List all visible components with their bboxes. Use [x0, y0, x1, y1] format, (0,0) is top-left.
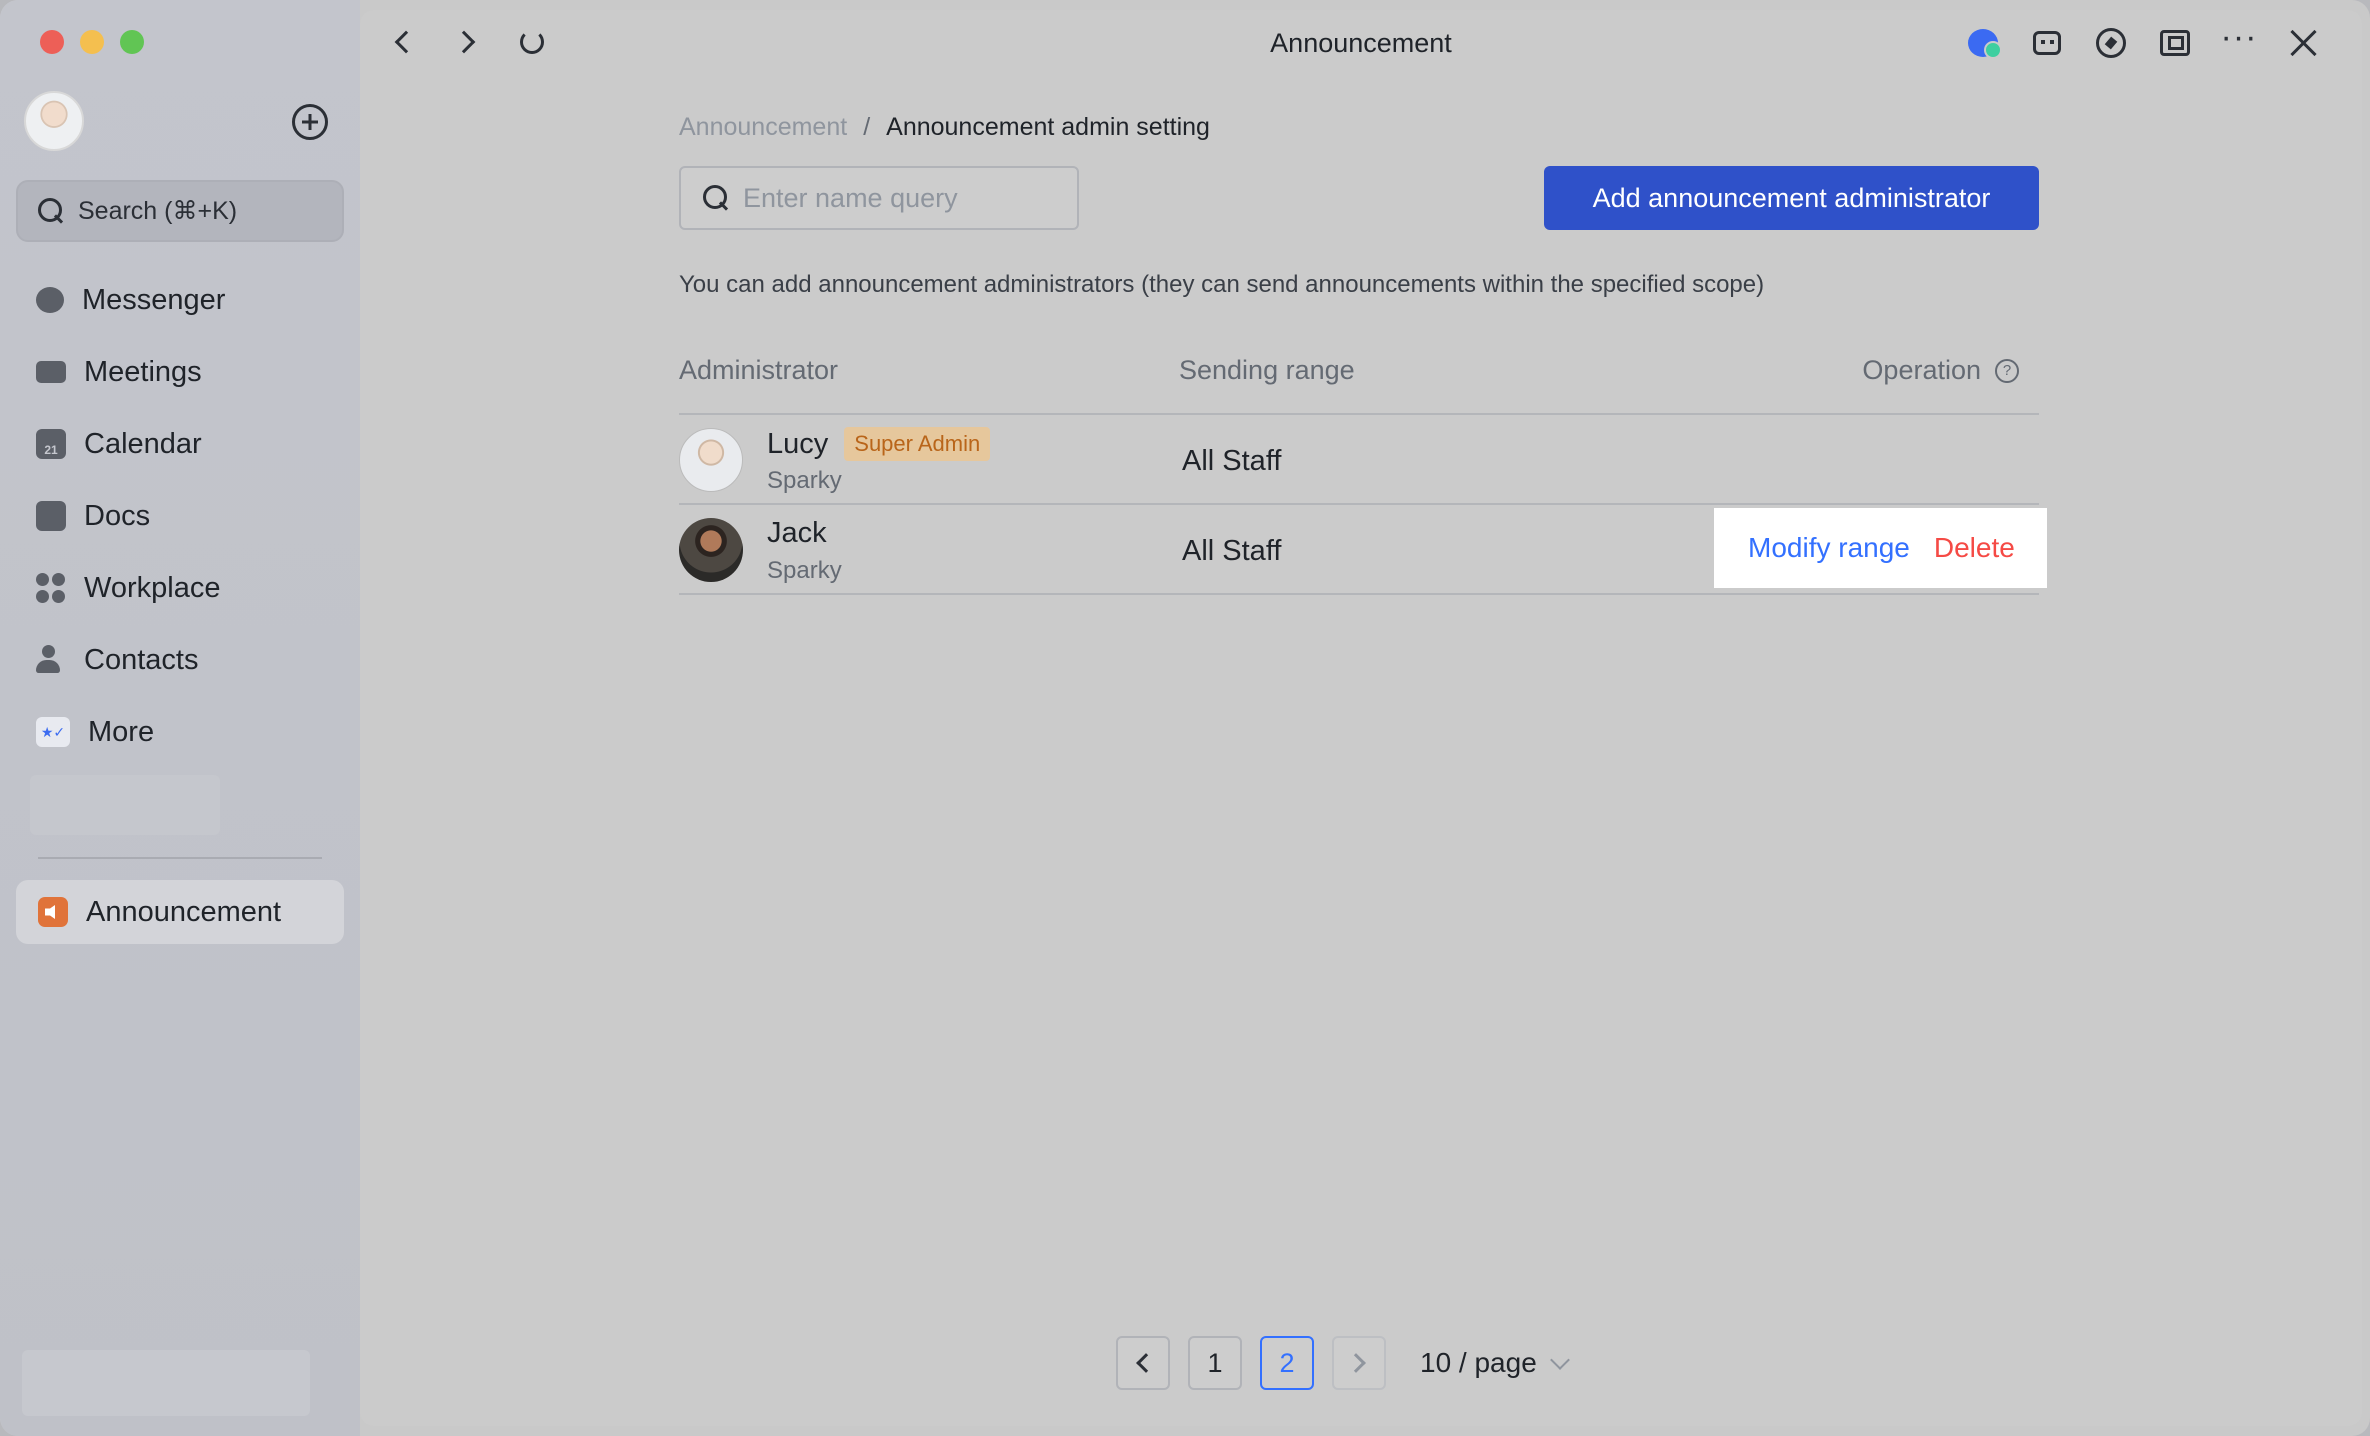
sidebar-item-messenger[interactable]: Messenger: [16, 264, 344, 336]
sidebar: Search (⌘+K) Messenger Meetings 21 Calen…: [0, 0, 360, 1436]
blurred-footer: [22, 1350, 310, 1416]
pagination: 1 2 10 / page: [1116, 1336, 1570, 1390]
plus-circle-icon[interactable]: [292, 104, 328, 140]
more-icon: ★✓: [36, 717, 70, 747]
sidebar-item-workplace[interactable]: Workplace: [16, 552, 344, 624]
row-actions: Modify range Delete: [1714, 508, 2047, 588]
robot-icon: [2033, 31, 2061, 55]
window-mode-button[interactable]: [2156, 24, 2194, 62]
admin-name: Jack: [767, 517, 827, 549]
close-icon: [2288, 28, 2318, 58]
breadcrumb-parent[interactable]: Announcement: [679, 113, 847, 142]
prev-page-button[interactable]: [1116, 1336, 1170, 1390]
sidebar-item-more[interactable]: ★✓ More: [16, 696, 344, 768]
page-button-1[interactable]: 1: [1188, 1336, 1242, 1390]
app-window: Search (⌘+K) Messenger Meetings 21 Calen…: [0, 0, 2370, 1436]
contacts-icon: [36, 645, 66, 675]
more-options-button[interactable]: ···: [2220, 20, 2258, 62]
workplace-icon: [36, 573, 66, 603]
sidebar-item-docs[interactable]: Docs: [16, 480, 344, 552]
sending-range-value: All Staff: [1182, 445, 1282, 477]
admin-org: Sparky: [767, 557, 842, 584]
title-bar: Announcement ···: [360, 10, 2362, 76]
chat-button[interactable]: [1964, 24, 2002, 62]
sidebar-item-label: Contacts: [84, 643, 199, 676]
table-row: Jack Sparky All Staff Modify range Delet…: [679, 505, 2047, 595]
close-window-button[interactable]: [40, 30, 64, 54]
close-button[interactable]: [2284, 24, 2322, 62]
admin-org: Sparky: [767, 467, 842, 494]
window-icon: [2160, 30, 2190, 56]
messenger-icon: [36, 287, 64, 313]
sidebar-item-label: Calendar: [84, 427, 202, 460]
sidebar-item-meetings[interactable]: Meetings: [16, 336, 344, 408]
window-controls: [40, 30, 144, 54]
table-row: Lucy Super Admin Sparky All Staff: [679, 415, 2039, 505]
sidebar-item-label: More: [88, 715, 155, 748]
super-admin-badge: Super Admin: [844, 427, 991, 461]
modify-range-link[interactable]: Modify range: [1748, 532, 1910, 564]
maximize-window-button[interactable]: [120, 30, 144, 54]
admin-name-cell: Lucy Super Admin: [767, 427, 991, 461]
next-page-button[interactable]: [1332, 1336, 1386, 1390]
sidebar-item-calendar[interactable]: 21 Calendar: [16, 408, 344, 480]
hint-text: You can add announcement administrators …: [679, 271, 1765, 298]
page-button-2[interactable]: 2: [1260, 1336, 1314, 1390]
breadcrumb-separator: /: [863, 113, 871, 141]
sidebar-search-label: Search (⌘+K): [78, 197, 238, 225]
user-avatar[interactable]: [24, 91, 84, 151]
column-operation: Operation ?: [1862, 355, 2019, 386]
blurred-item: [30, 775, 220, 835]
page-size-value: 10 / page: [1420, 1347, 1537, 1378]
breadcrumb: Announcement / Announcement admin settin…: [679, 113, 1210, 142]
add-administrator-button[interactable]: Add announcement administrator: [1544, 166, 2039, 230]
bot-button[interactable]: [2028, 24, 2066, 62]
sidebar-item-contacts[interactable]: Contacts: [16, 624, 344, 696]
sending-range-value: All Staff: [1182, 535, 1282, 567]
chevron-down-icon: [1549, 1350, 1570, 1370]
main-panel: Announcement ··· Announcement / Announce…: [360, 10, 2362, 1426]
announcement-icon: [38, 897, 68, 927]
column-operation-label: Operation: [1862, 355, 1981, 385]
breadcrumb-current: Announcement admin setting: [886, 113, 1210, 141]
chevron-right-icon: [1346, 1353, 1366, 1373]
help-icon[interactable]: ?: [1995, 358, 2019, 383]
sidebar-item-announcement[interactable]: Announcement: [16, 880, 344, 944]
column-administrator: Administrator: [679, 355, 839, 385]
name-search-box[interactable]: [679, 166, 1079, 230]
sidebar-nav: Messenger Meetings 21 Calendar Docs Work…: [16, 264, 344, 768]
sidebar-item-label: Docs: [84, 499, 151, 532]
search-icon: [703, 185, 729, 211]
sidebar-search[interactable]: Search (⌘+K): [16, 180, 344, 242]
title-bar-actions: ···: [1964, 20, 2322, 62]
sidebar-item-label: Workplace: [84, 571, 221, 604]
docs-icon: [36, 501, 66, 531]
calendar-icon: 21: [36, 429, 66, 459]
compass-icon: [2096, 28, 2126, 58]
meetings-icon: [36, 361, 66, 383]
compass-button[interactable]: [2092, 24, 2130, 62]
sidebar-item-label: Messenger: [82, 283, 226, 316]
minimize-window-button[interactable]: [80, 30, 104, 54]
name-search-input[interactable]: [743, 182, 1063, 214]
avatar: [679, 428, 743, 492]
sidebar-item-label: Announcement: [86, 895, 282, 928]
page-size-select[interactable]: 10 / page: [1420, 1347, 1570, 1379]
admin-name: Lucy: [767, 427, 829, 460]
chevron-left-icon: [1136, 1353, 1156, 1373]
sidebar-divider: [38, 857, 322, 859]
column-sending-range: Sending range: [1179, 355, 1355, 385]
table-header: Administrator Sending range Operation ?: [679, 335, 2039, 415]
chat-icon: [1968, 29, 2002, 59]
search-icon: [38, 198, 64, 224]
admin-name-cell: Jack: [767, 517, 827, 550]
ellipsis-icon: ···: [2220, 18, 2258, 56]
admin-table: Administrator Sending range Operation ? …: [679, 335, 2047, 595]
avatar: [679, 518, 743, 582]
sidebar-item-label: Meetings: [84, 355, 202, 388]
delete-link[interactable]: Delete: [1934, 532, 2015, 564]
